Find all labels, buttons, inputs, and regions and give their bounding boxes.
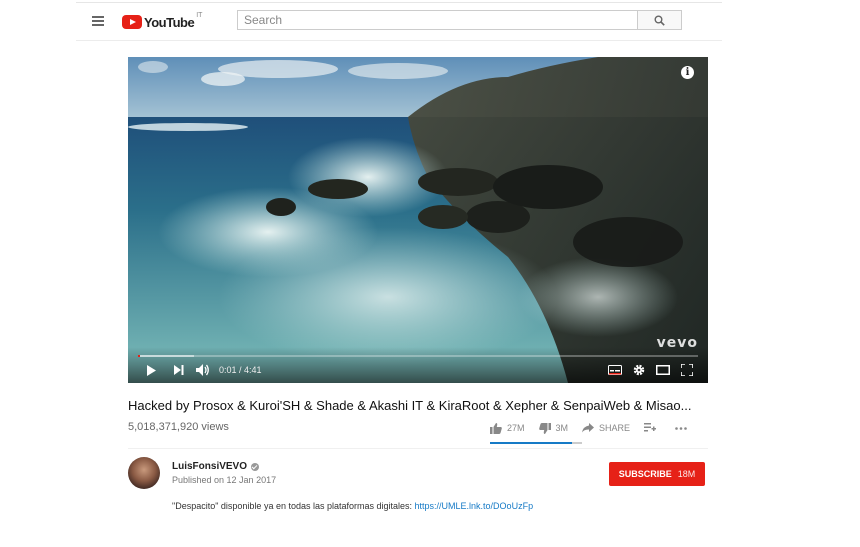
time-display: 0:01 / 4:41	[219, 365, 262, 375]
fullscreen-icon	[681, 364, 693, 376]
verified-icon	[251, 462, 260, 471]
like-ratio-fill	[490, 442, 572, 444]
next-button[interactable]	[172, 363, 186, 377]
volume-button[interactable]	[195, 363, 211, 377]
subtitles-icon	[608, 365, 622, 375]
video-title: Hacked by Prosox & Kuroi'SH & Shade & Ak…	[128, 398, 692, 413]
dislike-button[interactable]: 3M	[538, 422, 569, 434]
like-count: 27M	[507, 423, 525, 433]
view-count: 5,018,371,920 views	[128, 421, 229, 433]
video-frame	[128, 57, 708, 383]
avatar[interactable]	[128, 457, 160, 489]
settings-icon	[633, 364, 645, 376]
buffered-bar	[138, 355, 194, 357]
more-actions-button[interactable]	[675, 426, 692, 430]
more-icon	[675, 426, 687, 430]
logo-text: YouTube	[144, 14, 195, 30]
top-border	[76, 2, 722, 3]
like-ratio-bar	[490, 442, 582, 444]
settings-button[interactable]	[631, 363, 647, 377]
description-link[interactable]: https://UMLE.lnk.to/DOoUzFp	[415, 501, 534, 511]
channel-name-text: LuisFonsiVEVO	[172, 461, 248, 472]
volume-icon	[196, 364, 209, 376]
share-button[interactable]: SHARE	[582, 423, 630, 433]
subscribe-label: SUBSCRIBE	[618, 469, 672, 479]
search-icon	[654, 15, 665, 26]
subscribe-button[interactable]: SUBSCRIBE 18M	[609, 462, 705, 486]
next-icon	[174, 365, 184, 375]
channel-name[interactable]: LuisFonsiVEVO	[172, 461, 260, 472]
play-icon	[147, 364, 156, 376]
search-input[interactable]	[237, 10, 637, 30]
divider	[128, 448, 708, 449]
share-icon	[582, 423, 595, 433]
masthead: YouTube IT	[76, 4, 722, 41]
play-button[interactable]	[144, 363, 158, 377]
fullscreen-button[interactable]	[679, 363, 695, 377]
logo-region: IT	[196, 12, 203, 19]
add-to-playlist-button[interactable]	[644, 423, 661, 433]
theater-mode-button[interactable]	[655, 363, 671, 377]
subtitles-button[interactable]	[607, 363, 623, 377]
played-bar	[138, 355, 141, 357]
subscriber-count: 18M	[677, 469, 696, 479]
dislike-count: 3M	[555, 423, 569, 433]
youtube-logo[interactable]: YouTube IT	[122, 12, 203, 30]
youtube-logo-icon	[122, 15, 142, 29]
progress-bar[interactable]	[138, 355, 698, 357]
thumbs-down-icon	[538, 422, 551, 434]
description-text: "Despacito" disponible ya en todas las p…	[172, 501, 415, 511]
thumbs-up-icon	[490, 422, 502, 434]
video-actions: 27M 3M SHARE	[490, 420, 706, 436]
video-player[interactable]: i vevo 0:01 / 4:41	[128, 57, 708, 383]
search-button[interactable]	[637, 10, 682, 30]
like-button[interactable]: 27M	[490, 422, 525, 434]
menu-icon[interactable]	[92, 16, 104, 26]
theater-icon	[656, 365, 670, 375]
add-to-playlist-icon	[644, 423, 657, 432]
video-description: "Despacito" disponible ya en todas las p…	[172, 501, 533, 511]
publish-date: Published on 12 Jan 2017	[172, 475, 277, 485]
info-icon[interactable]: i	[681, 66, 694, 79]
share-label: SHARE	[599, 423, 631, 433]
player-controls: 0:01 / 4:41	[128, 347, 708, 383]
